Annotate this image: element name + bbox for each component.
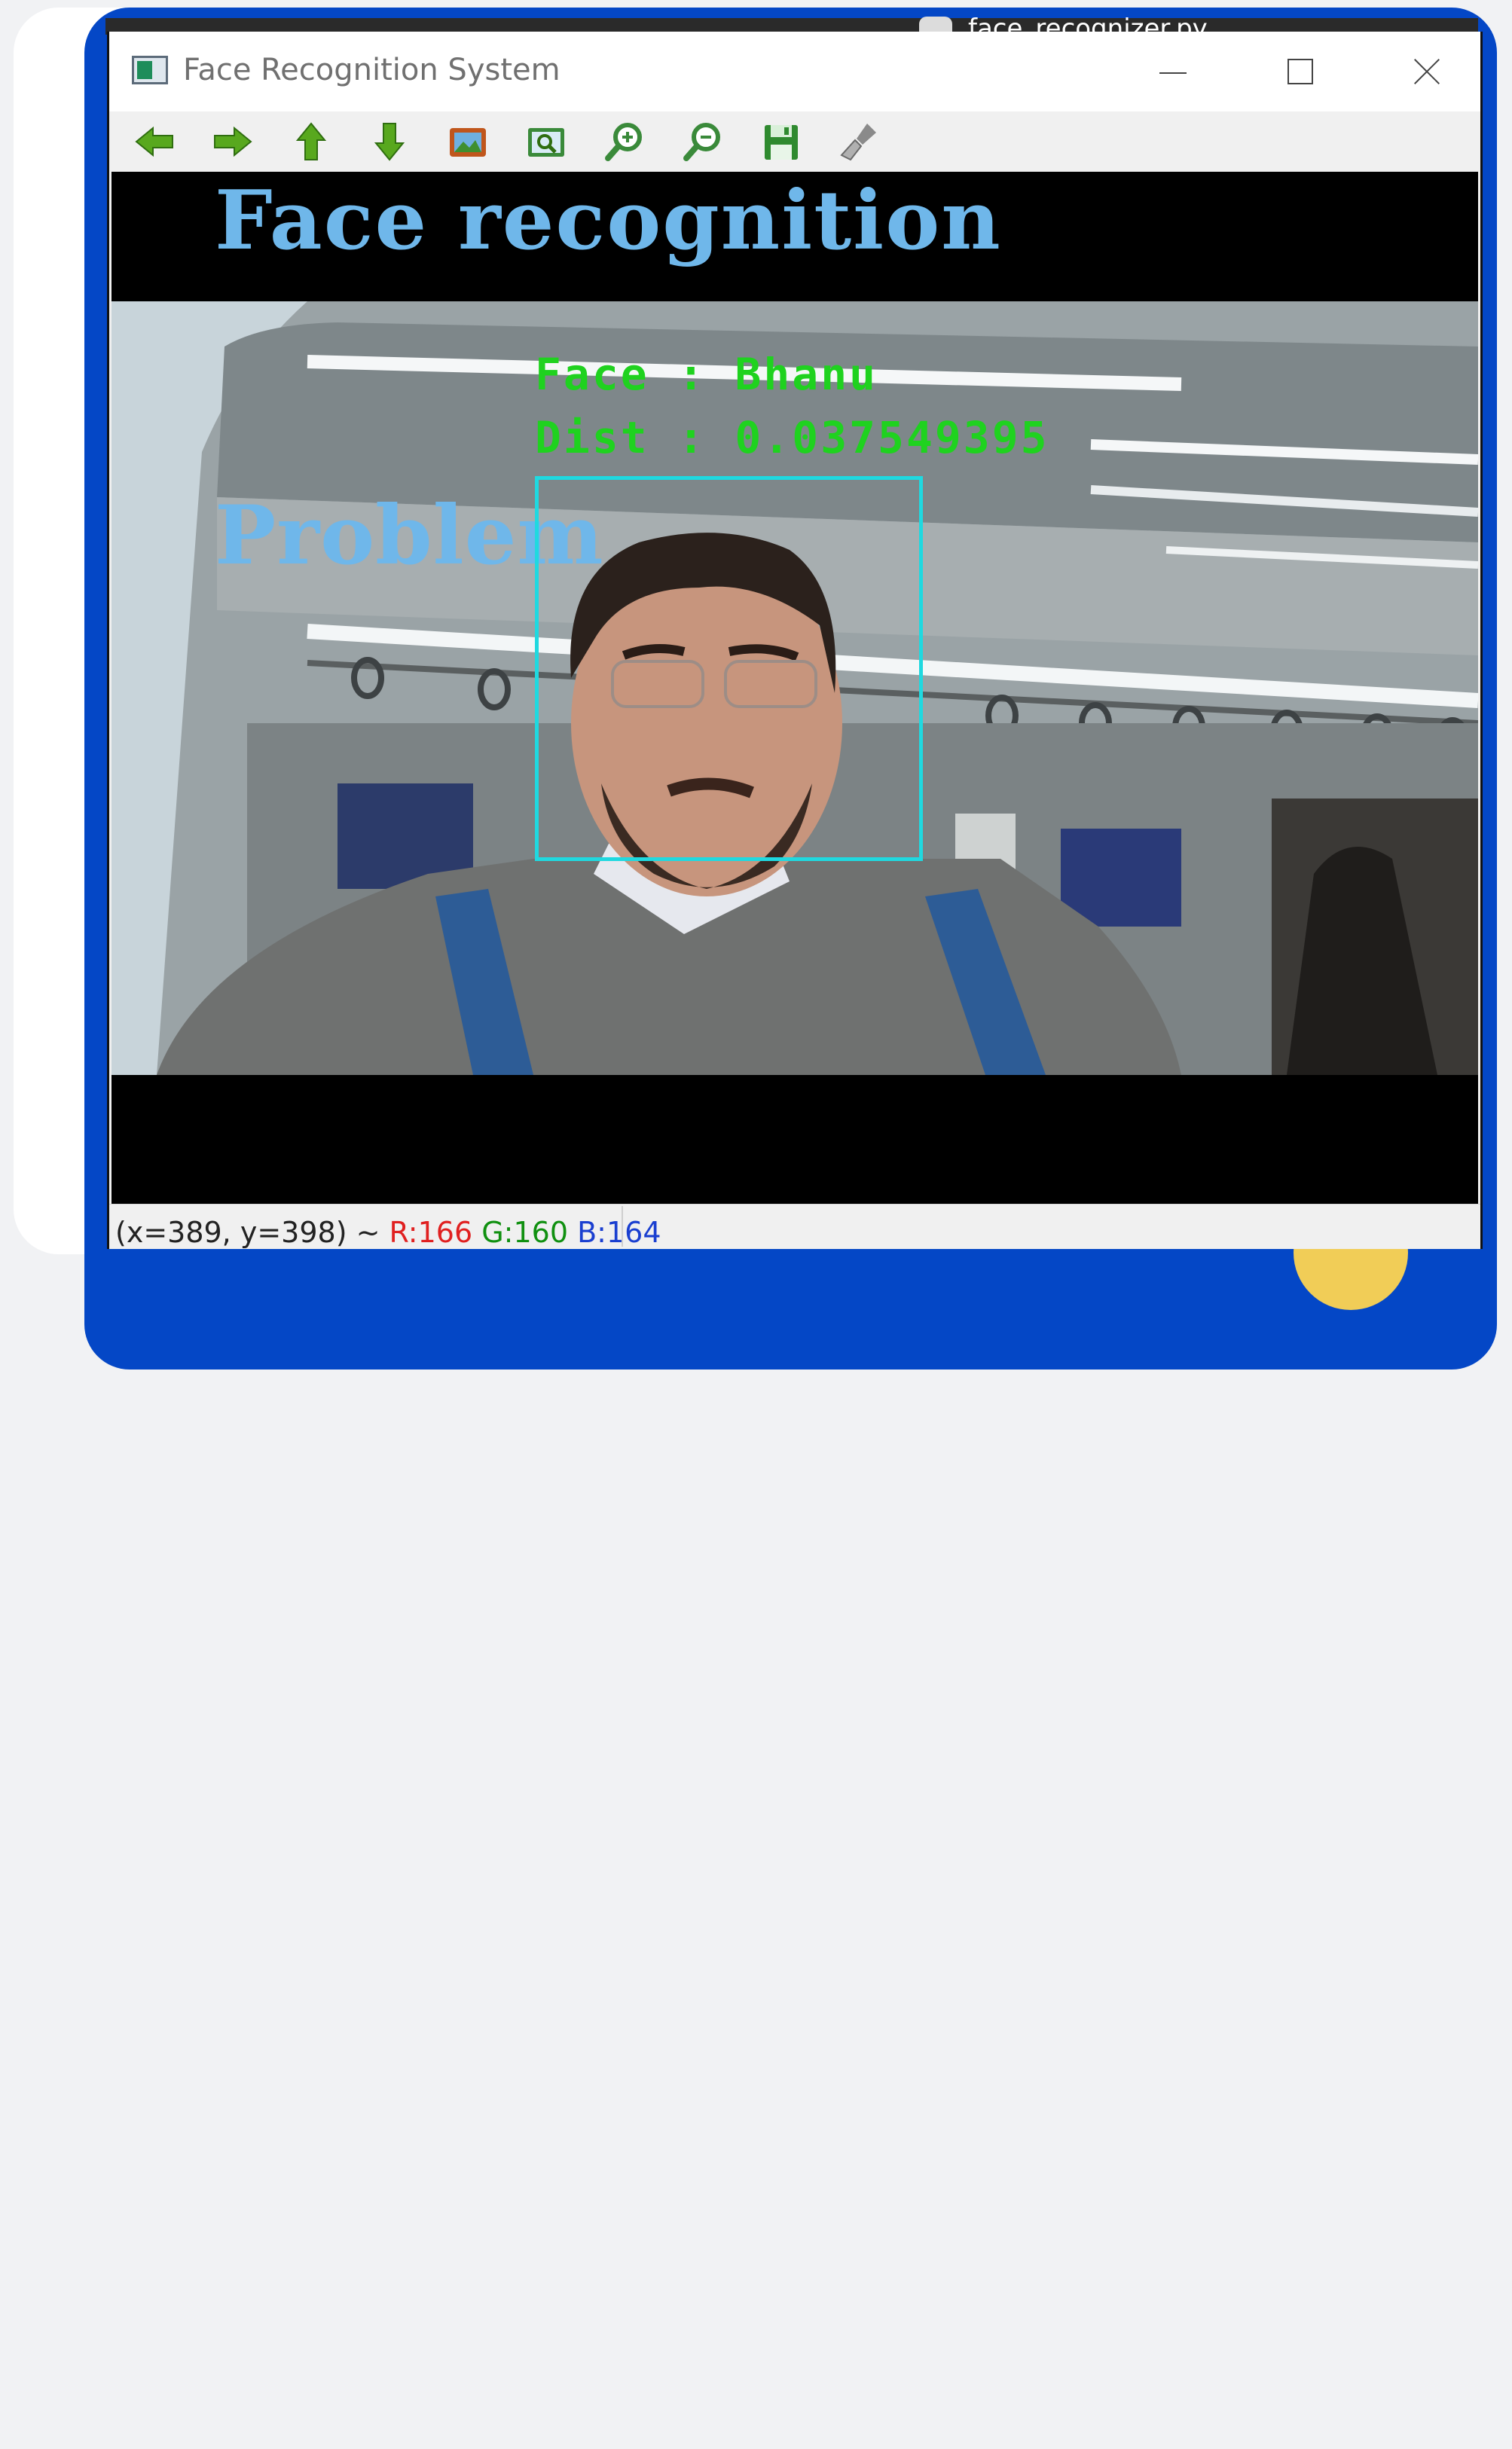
save-icon[interactable] [759,119,804,164]
face-name-label: Face : Bhanu [535,349,878,400]
title-bar[interactable]: Face Recognition System [109,32,1480,111]
zoom-fit-image-icon[interactable] [445,119,490,164]
app-window-icon [132,56,168,84]
pan-right-icon[interactable] [210,119,255,164]
image-canvas[interactable]: Face recognition Problem Face : Bhanu Di… [111,172,1478,1204]
toolbar [109,111,1480,172]
pan-left-icon[interactable] [132,119,177,164]
pan-down-icon[interactable] [367,119,412,164]
headline-face-recognition: Face recognition [215,173,1002,268]
window-title: Face Recognition System [183,53,561,87]
zoom-out-icon[interactable] [680,119,725,164]
zoom-fit-window-icon[interactable] [524,119,569,164]
properties-brush-icon[interactable] [837,119,882,164]
pixel-blue-value: B:164 [577,1216,661,1249]
status-divider [622,1206,623,1247]
pixel-green-value: G:160 [481,1216,568,1249]
cursor-coordinates: (x=389, y=398) ~ [115,1216,380,1249]
maximize-button[interactable] [1286,57,1316,87]
zoom-in-icon[interactable] [602,119,647,164]
face-distance-label: Dist : 0.037549395 [535,412,1049,463]
pixel-info: (x=389, y=398) ~ R:166 G:160 B:164 [115,1215,661,1249]
close-button[interactable] [1413,57,1443,87]
status-bar: (x=389, y=398) ~ R:166 G:160 B:164 [109,1204,1480,1249]
pan-up-icon[interactable] [289,119,334,164]
face-recognition-window: Face Recognition System Face recognition… [107,32,1483,1249]
pixel-red-value: R:166 [389,1216,473,1249]
minimize-button[interactable] [1159,57,1190,87]
face-bounding-box [535,476,923,861]
